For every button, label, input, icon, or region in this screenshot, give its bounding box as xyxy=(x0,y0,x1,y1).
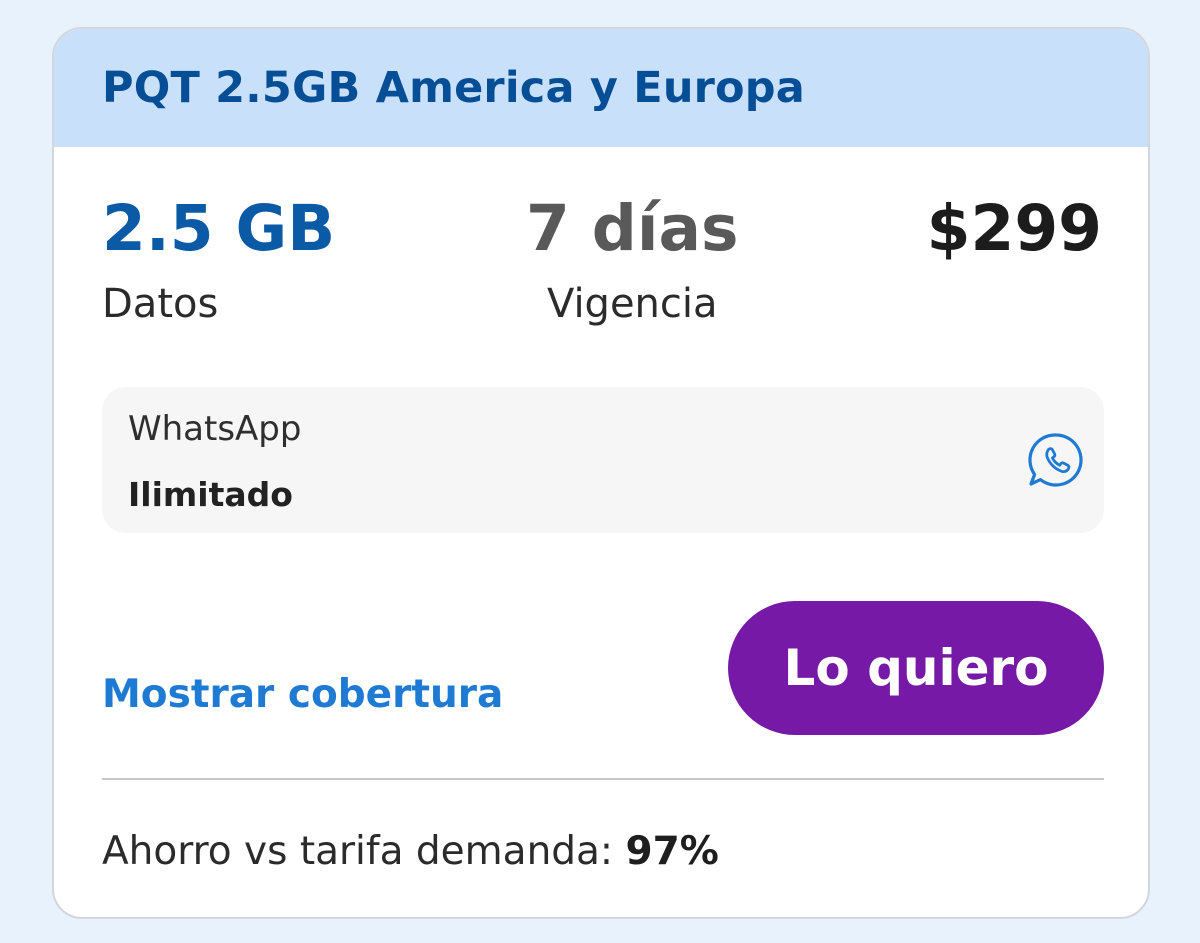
data-stat: 2.5 GB Datos xyxy=(102,197,335,324)
show-coverage-link[interactable]: Mostrar cobertura xyxy=(102,672,503,717)
benefit-value: Ilimitado xyxy=(128,475,293,514)
savings-percent: 97% xyxy=(625,829,719,874)
buy-plan-button[interactable]: Lo quiero xyxy=(728,601,1104,735)
savings-label: Ahorro vs tarifa demanda: xyxy=(102,829,614,874)
price-stat: $299 xyxy=(927,197,1102,260)
savings-text: Ahorro vs tarifa demanda: 97% xyxy=(102,829,719,874)
whatsapp-benefit: WhatsApp Ilimitado xyxy=(102,387,1104,533)
data-amount: 2.5 GB xyxy=(102,192,336,265)
divider xyxy=(102,778,1104,780)
whatsapp-icon xyxy=(1028,433,1083,487)
plan-price: $299 xyxy=(926,192,1102,265)
card-header: PQT 2.5GB America y Europa xyxy=(54,29,1148,147)
validity-stat: 7 días Vigencia xyxy=(526,197,738,324)
validity-label: Vigencia xyxy=(546,281,718,327)
validity-amount: 7 días xyxy=(526,192,739,265)
data-label: Datos xyxy=(102,281,219,327)
plan-card: PQT 2.5GB America y Europa 2.5 GB Datos … xyxy=(52,27,1150,919)
plan-title: PQT 2.5GB America y Europa xyxy=(102,63,805,113)
benefit-name: WhatsApp xyxy=(128,409,302,449)
